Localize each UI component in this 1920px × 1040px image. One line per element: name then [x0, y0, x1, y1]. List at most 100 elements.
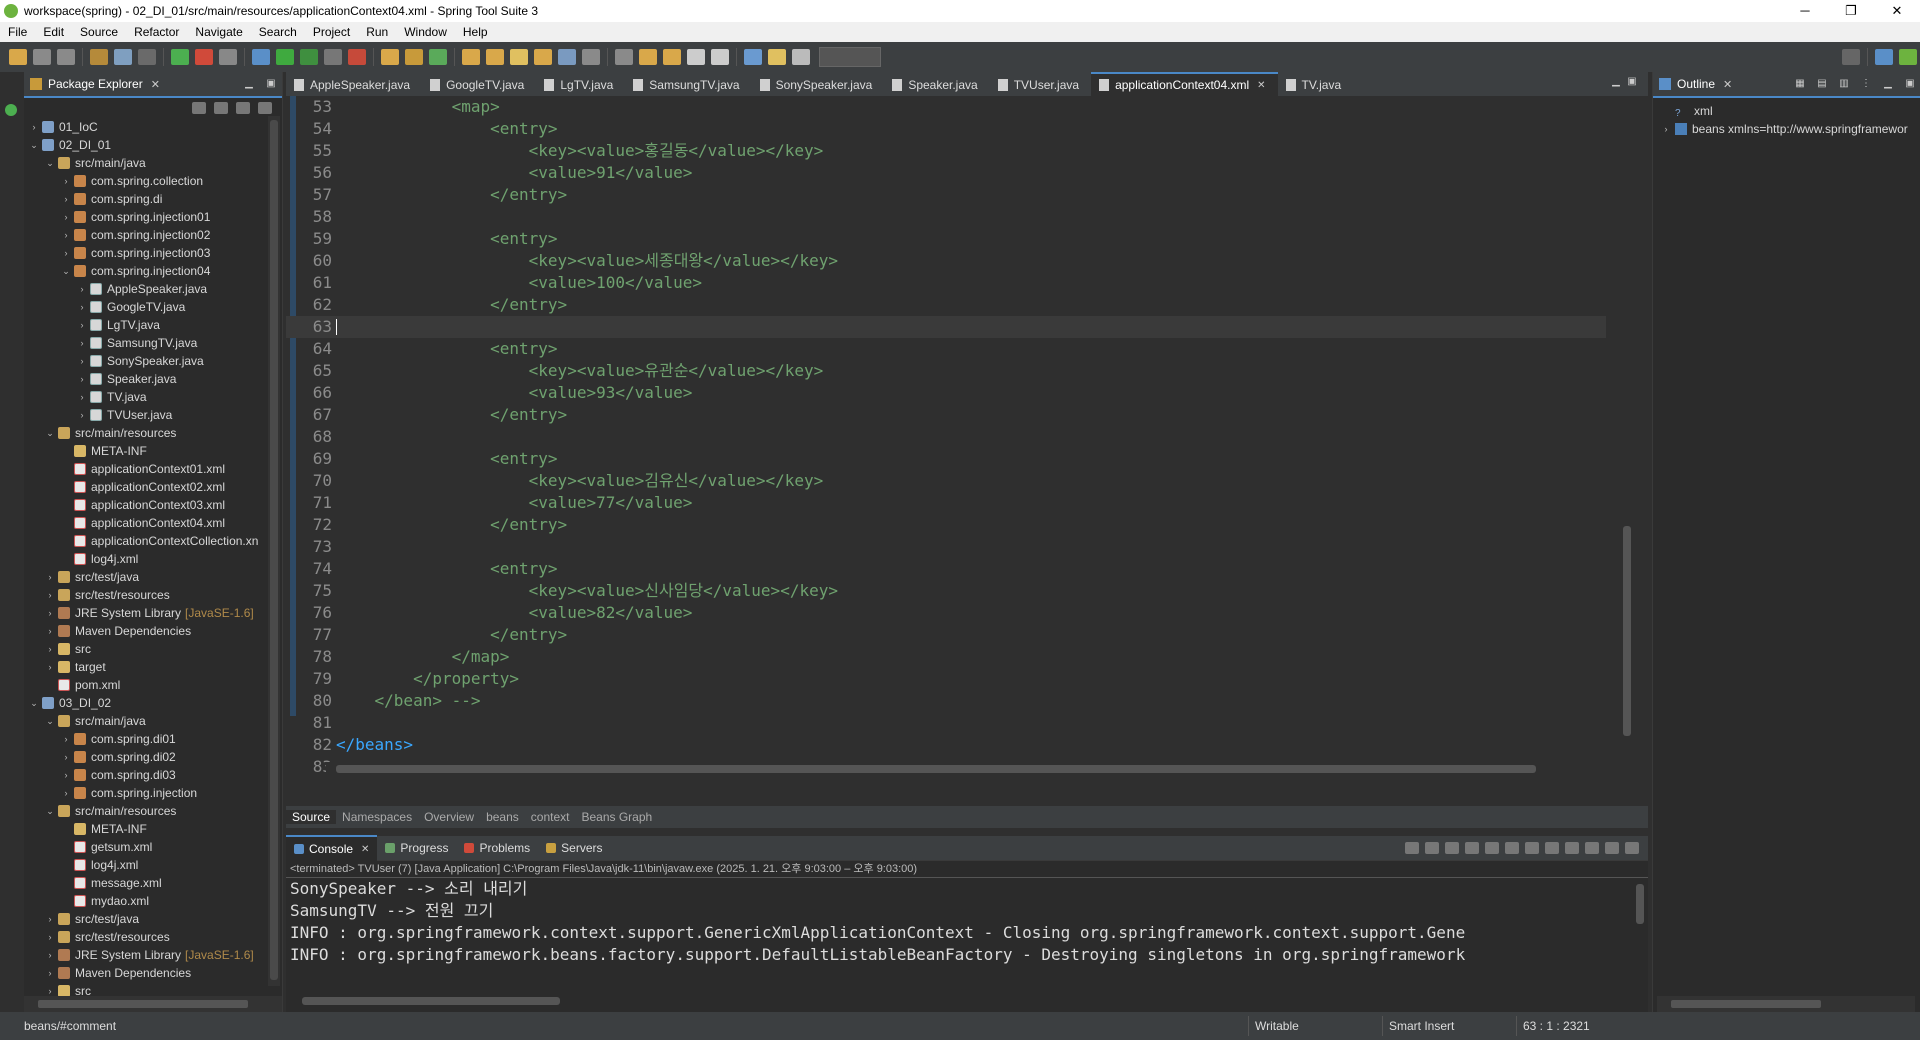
editor-tab[interactable]: GoogleTV.java: [422, 74, 536, 96]
menu-navigate[interactable]: Navigate: [187, 25, 250, 39]
new-icon[interactable]: [9, 49, 27, 65]
tree-item[interactable]: ⌄ src/main/resources: [24, 802, 282, 820]
tree-item[interactable]: ⌄ src/main/java: [24, 712, 282, 730]
console-tab-problems[interactable]: Problems: [456, 836, 538, 860]
open-file-icon[interactable]: [486, 49, 504, 65]
code-line[interactable]: 57 </entry>: [286, 184, 1606, 206]
page-tab-context[interactable]: context: [525, 810, 576, 824]
console-icon[interactable]: [114, 49, 132, 65]
code-line[interactable]: 59 <entry>: [286, 228, 1606, 250]
stop-server-icon[interactable]: [324, 49, 342, 65]
code-line[interactable]: 53 <map>: [286, 96, 1606, 118]
menu-file[interactable]: File: [0, 25, 35, 39]
outline-toolbar-icon[interactable]: ▤: [1814, 78, 1830, 90]
scroll-thumb[interactable]: [302, 997, 560, 1005]
code-line[interactable]: 74 <entry>: [286, 558, 1606, 580]
chevron-right-icon[interactable]: ›: [1659, 120, 1673, 138]
tree-item[interactable]: › GoogleTV.java: [24, 298, 282, 316]
close-tab-icon[interactable]: ✕: [1257, 80, 1265, 91]
search-icon[interactable]: [558, 49, 576, 65]
menu-edit[interactable]: Edit: [35, 25, 72, 39]
tree-item[interactable]: › com.spring.injection02: [24, 226, 282, 244]
chevron-down-icon[interactable]: ⌄: [44, 802, 56, 820]
tree-item[interactable]: › com.spring.injection: [24, 784, 282, 802]
chevron-right-icon[interactable]: ›: [44, 586, 56, 604]
code-line[interactable]: 72 </entry>: [286, 514, 1606, 536]
code-line[interactable]: 54 <entry>: [286, 118, 1606, 140]
tree-item[interactable]: getsum.xml: [24, 838, 282, 856]
run-icon[interactable]: [276, 49, 294, 65]
chevron-right-icon[interactable]: ›: [76, 406, 88, 424]
code-line[interactable]: 63: [286, 316, 1606, 338]
editor-tab[interactable]: SamsungTV.java: [625, 74, 751, 96]
terminate-icon[interactable]: [1425, 842, 1439, 854]
tree-item[interactable]: › com.spring.di01: [24, 730, 282, 748]
chevron-right-icon[interactable]: ›: [60, 730, 72, 748]
tree-item[interactable]: ⌄ 02_DI_01: [24, 136, 282, 154]
annotation-icon[interactable]: [582, 49, 600, 65]
menu-search[interactable]: Search: [251, 25, 305, 39]
code-line[interactable]: 71 <value>77</value>: [286, 492, 1606, 514]
chevron-right-icon[interactable]: ›: [44, 640, 56, 658]
tree-item[interactable]: › src/test/resources: [24, 928, 282, 946]
code-line[interactable]: 58: [286, 206, 1606, 228]
toolbar-combo[interactable]: [819, 47, 881, 67]
tree-item[interactable]: › com.spring.di03: [24, 766, 282, 784]
chevron-down-icon[interactable]: ⌄: [28, 694, 40, 712]
save-icon[interactable]: [33, 49, 51, 65]
new-package-icon[interactable]: [405, 49, 423, 65]
tree-item[interactable]: applicationContext03.xml: [24, 496, 282, 514]
outline-hscroll[interactable]: [1657, 996, 1915, 1012]
chevron-right-icon[interactable]: ›: [60, 190, 72, 208]
tree-item[interactable]: pom.xml: [24, 676, 282, 694]
chevron-down-icon[interactable]: ⌄: [44, 712, 56, 730]
new-class-icon[interactable]: [429, 49, 447, 65]
scroll-thumb[interactable]: [38, 1000, 248, 1008]
chevron-right-icon[interactable]: ›: [76, 370, 88, 388]
chevron-right-icon[interactable]: ›: [44, 568, 56, 586]
code-line[interactable]: 62 </entry>: [286, 294, 1606, 316]
tree-item[interactable]: › TV.java: [24, 388, 282, 406]
close-button[interactable]: ✕: [1874, 0, 1920, 22]
chevron-right-icon[interactable]: ›: [60, 766, 72, 784]
chevron-right-icon[interactable]: ›: [44, 928, 56, 946]
open-console-icon[interactable]: [1545, 842, 1559, 854]
code-editor[interactable]: 53 <map> 54 <entry> 55 <key><value>홍길동</va…: [286, 96, 1648, 782]
chevron-right-icon[interactable]: ›: [76, 334, 88, 352]
chevron-right-icon[interactable]: ›: [76, 388, 88, 406]
tree-item[interactable]: META-INF: [24, 442, 282, 460]
clear-console-icon[interactable]: [1485, 842, 1499, 854]
tree-item[interactable]: › 01_IoC: [24, 118, 282, 136]
minimize-view-icon[interactable]: [1605, 842, 1619, 854]
chevron-down-icon[interactable]: ⌄: [44, 424, 56, 442]
tree-item[interactable]: › src: [24, 640, 282, 658]
new-java-project-icon[interactable]: [381, 49, 399, 65]
link-with-editor-icon[interactable]: [214, 102, 228, 114]
scroll-lock-icon[interactable]: [1405, 842, 1419, 854]
outline-toolbar-icon[interactable]: ▥: [1836, 78, 1852, 90]
display-console-icon[interactable]: [1525, 842, 1539, 854]
chevron-down-icon[interactable]: ⌄: [60, 262, 72, 280]
console-tab-servers[interactable]: Servers: [538, 836, 610, 860]
console-tab-progress[interactable]: Progress: [377, 836, 456, 860]
tree-item[interactable]: › AppleSpeaker.java: [24, 280, 282, 298]
view-menu-icon[interactable]: [744, 49, 762, 65]
tree-item[interactable]: › Maven Dependencies: [24, 622, 282, 640]
tree-item[interactable]: › TVUser.java: [24, 406, 282, 424]
minimize-button[interactable]: ─: [1782, 0, 1828, 22]
code-line[interactable]: 82 </beans>: [286, 734, 1606, 756]
tree-item[interactable]: › SamsungTV.java: [24, 334, 282, 352]
external-tools-icon[interactable]: [348, 49, 366, 65]
tree-item[interactable]: › SonySpeaker.java: [24, 352, 282, 370]
open-folder-icon[interactable]: [462, 49, 480, 65]
grid-icon[interactable]: [792, 49, 810, 65]
open-perspective-icon[interactable]: [1875, 49, 1893, 65]
edit-icon[interactable]: [510, 49, 528, 65]
chevron-right-icon[interactable]: ›: [60, 226, 72, 244]
open-type-icon[interactable]: [90, 49, 108, 65]
maximize-button[interactable]: ❐: [1828, 0, 1874, 22]
menu-help[interactable]: Help: [455, 25, 496, 39]
tree-item[interactable]: log4j.xml: [24, 550, 282, 568]
chevron-right-icon[interactable]: ›: [60, 748, 72, 766]
tree-item[interactable]: › Speaker.java: [24, 370, 282, 388]
